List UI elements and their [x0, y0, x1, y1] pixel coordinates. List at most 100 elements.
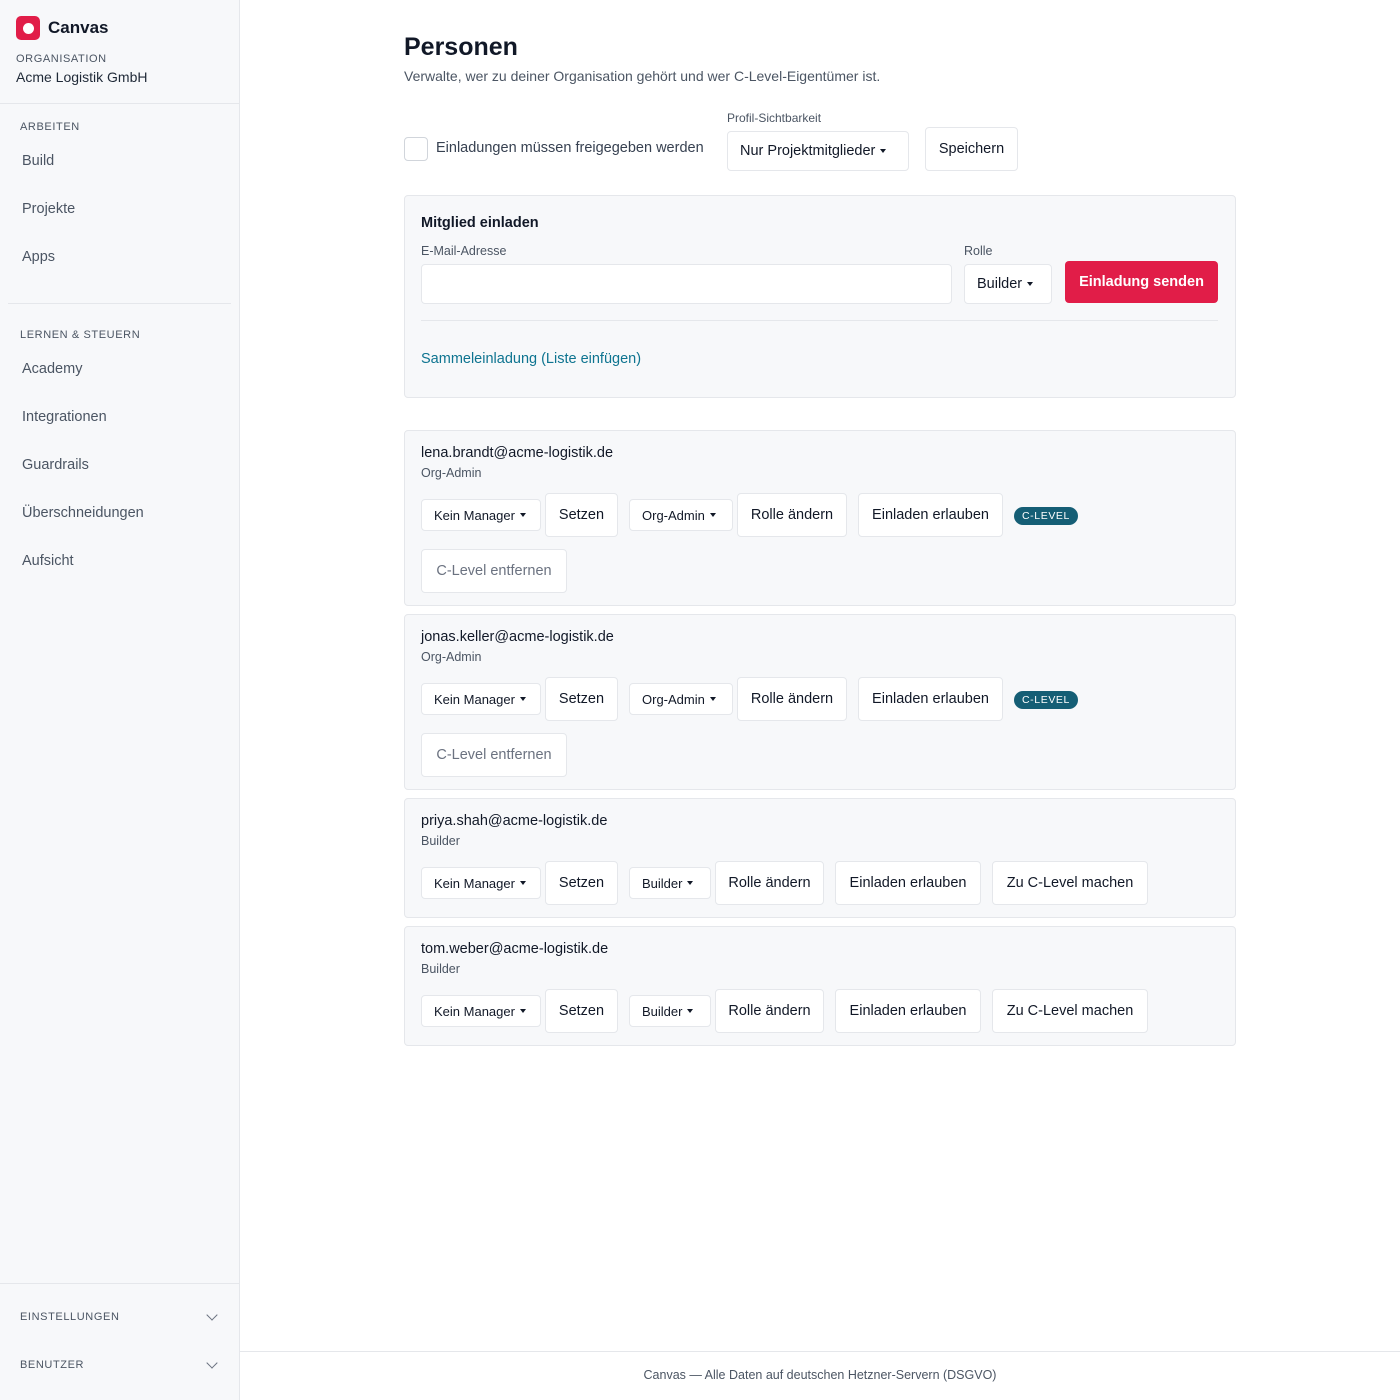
manager-select[interactable]: Kein Manager [421, 867, 541, 899]
caret-down-icon [519, 697, 526, 701]
manager-select-value: Kein Manager [434, 875, 515, 891]
member-role: Builder [421, 834, 460, 848]
brand[interactable]: Canvas [16, 16, 108, 40]
make-c-level-button[interactable]: Zu C-Level machen [992, 861, 1148, 905]
c-level-badge: C-LEVEL [1014, 691, 1078, 709]
section-label-arbeiten: ARBEITEN [20, 121, 80, 133]
send-invite-button[interactable]: Einladung senden [1065, 261, 1218, 303]
sidebar-divider [0, 103, 240, 104]
users-collapsible[interactable]: BENUTZER [20, 1357, 218, 1371]
caret-down-icon [519, 1009, 526, 1013]
remove-c-level-button[interactable]: C-Level entfernen [421, 733, 567, 777]
manager-select[interactable]: Kein Manager [421, 995, 541, 1027]
email-label: E-Mail-Adresse [421, 244, 507, 258]
visibility-select-value: Nur Projektmitglieder [740, 143, 876, 159]
change-role-button[interactable]: Rolle ändern [715, 989, 824, 1033]
member-email: tom.weber@acme-logistik.de [421, 941, 609, 957]
chevron-down-icon [206, 1309, 218, 1321]
chevron-down-icon [206, 1357, 218, 1369]
member-role: Org-Admin [421, 466, 482, 480]
role-label: Rolle [964, 244, 993, 258]
c-level-badge: C-LEVEL [1014, 507, 1078, 525]
member-role-select-value: Builder [642, 1003, 683, 1019]
change-role-button[interactable]: Rolle ändern [715, 861, 824, 905]
member-email: lena.brandt@acme-logistik.de [421, 445, 614, 461]
footer-text: Canvas — Alle Daten auf deutschen Hetzne… [643, 1368, 997, 1382]
manager-select-value: Kein Manager [434, 1003, 515, 1019]
section-label-lernen-steuern: LERNEN & STEUERN [20, 329, 141, 341]
invite-card: Mitglied einladen E-Mail-Adresse Rolle B… [404, 195, 1236, 398]
allow-invite-button[interactable]: Einladen erlauben [858, 493, 1003, 537]
caret-down-icon [709, 513, 716, 517]
approval-checkbox[interactable] [404, 137, 428, 161]
member-role-select-value: Org-Admin [642, 691, 705, 707]
brand-name: Canvas [48, 18, 109, 37]
sidebar-divider [0, 1283, 240, 1284]
users-collapsible-label: BENUTZER [20, 1359, 85, 1371]
member-role-select-value: Org-Admin [642, 507, 705, 523]
footer: Canvas — Alle Daten auf deutschen Hetzne… [240, 1351, 1400, 1400]
member-email: priya.shah@acme-logistik.de [421, 813, 608, 829]
organization-name: Acme Logistik GmbH [16, 69, 148, 85]
visibility-select[interactable]: Nur Projektmitglieder [727, 131, 909, 171]
sidebar-item-guardrails[interactable]: Guardrails [22, 457, 89, 473]
invite-role-select[interactable]: Builder [964, 264, 1052, 304]
sidebar: Canvas ORGANISATION Acme Logistik GmbH A… [0, 0, 240, 1400]
member-card: jonas.keller@acme-logistik.de Org-Admin … [404, 614, 1236, 790]
set-manager-button[interactable]: Setzen [545, 493, 618, 537]
change-role-button[interactable]: Rolle ändern [737, 677, 847, 721]
bulk-invite-link[interactable]: Sammeleinladung (Liste einfügen) [421, 351, 641, 367]
allow-invite-button[interactable]: Einladen erlauben [835, 989, 981, 1033]
manager-select[interactable]: Kein Manager [421, 683, 541, 715]
member-card: lena.brandt@acme-logistik.de Org-Admin K… [404, 430, 1236, 606]
allow-invite-button[interactable]: Einladen erlauben [858, 677, 1003, 721]
change-role-button[interactable]: Rolle ändern [737, 493, 847, 537]
caret-down-icon [687, 1009, 694, 1013]
sidebar-item-apps[interactable]: Apps [22, 249, 55, 265]
canvas-logo-icon [16, 16, 40, 40]
set-manager-button[interactable]: Setzen [545, 861, 618, 905]
sidebar-item-academy[interactable]: Academy [22, 361, 82, 377]
caret-down-icon [687, 881, 694, 885]
member-role: Org-Admin [421, 650, 482, 664]
member-role: Builder [421, 962, 460, 976]
sidebar-item-ueberschneidungen[interactable]: Überschneidungen [22, 505, 144, 521]
member-email: jonas.keller@acme-logistik.de [421, 629, 614, 645]
sidebar-divider [8, 303, 231, 304]
member-card: tom.weber@acme-logistik.de Builder Kein … [404, 926, 1236, 1046]
sidebar-item-build[interactable]: Build [22, 153, 54, 169]
make-c-level-button[interactable]: Zu C-Level machen [992, 989, 1148, 1033]
sidebar-item-aufsicht[interactable]: Aufsicht [22, 553, 74, 569]
approval-checkbox-label[interactable]: Einladungen müssen freigegeben werden [436, 140, 704, 156]
set-manager-button[interactable]: Setzen [545, 677, 618, 721]
caret-down-icon [519, 513, 526, 517]
member-role-select[interactable]: Org-Admin [629, 499, 733, 531]
caret-down-icon [519, 881, 526, 885]
email-input[interactable] [421, 264, 952, 304]
manager-select-value: Kein Manager [434, 691, 515, 707]
member-role-select[interactable]: Org-Admin [629, 683, 733, 715]
member-role-select[interactable]: Builder [629, 995, 711, 1027]
manager-select-value: Kein Manager [434, 507, 515, 523]
settings-collapsible[interactable]: EINSTELLUNGEN [20, 1309, 218, 1323]
visibility-label: Profil-Sichtbarkeit [727, 111, 822, 125]
organization-label: ORGANISATION [16, 53, 107, 65]
caret-down-icon [709, 697, 716, 701]
invite-divider [421, 320, 1218, 321]
member-role-select-value: Builder [642, 875, 683, 891]
sidebar-item-projekte[interactable]: Projekte [22, 201, 75, 217]
member-card: priya.shah@acme-logistik.de Builder Kein… [404, 798, 1236, 918]
save-button[interactable]: Speichern [925, 127, 1018, 171]
set-manager-button[interactable]: Setzen [545, 989, 618, 1033]
page-title: Personen [404, 33, 518, 61]
manager-select[interactable]: Kein Manager [421, 499, 541, 531]
member-role-select[interactable]: Builder [629, 867, 711, 899]
remove-c-level-button[interactable]: C-Level entfernen [421, 549, 567, 593]
invite-title: Mitglied einladen [421, 215, 539, 231]
caret-down-icon [880, 149, 887, 153]
invite-role-value: Builder [977, 276, 1023, 292]
settings-collapsible-label: EINSTELLUNGEN [20, 1311, 120, 1323]
page-subtitle: Verwalte, wer zu deiner Organisation geh… [404, 68, 881, 84]
allow-invite-button[interactable]: Einladen erlauben [835, 861, 981, 905]
sidebar-item-integrationen[interactable]: Integrationen [22, 409, 107, 425]
